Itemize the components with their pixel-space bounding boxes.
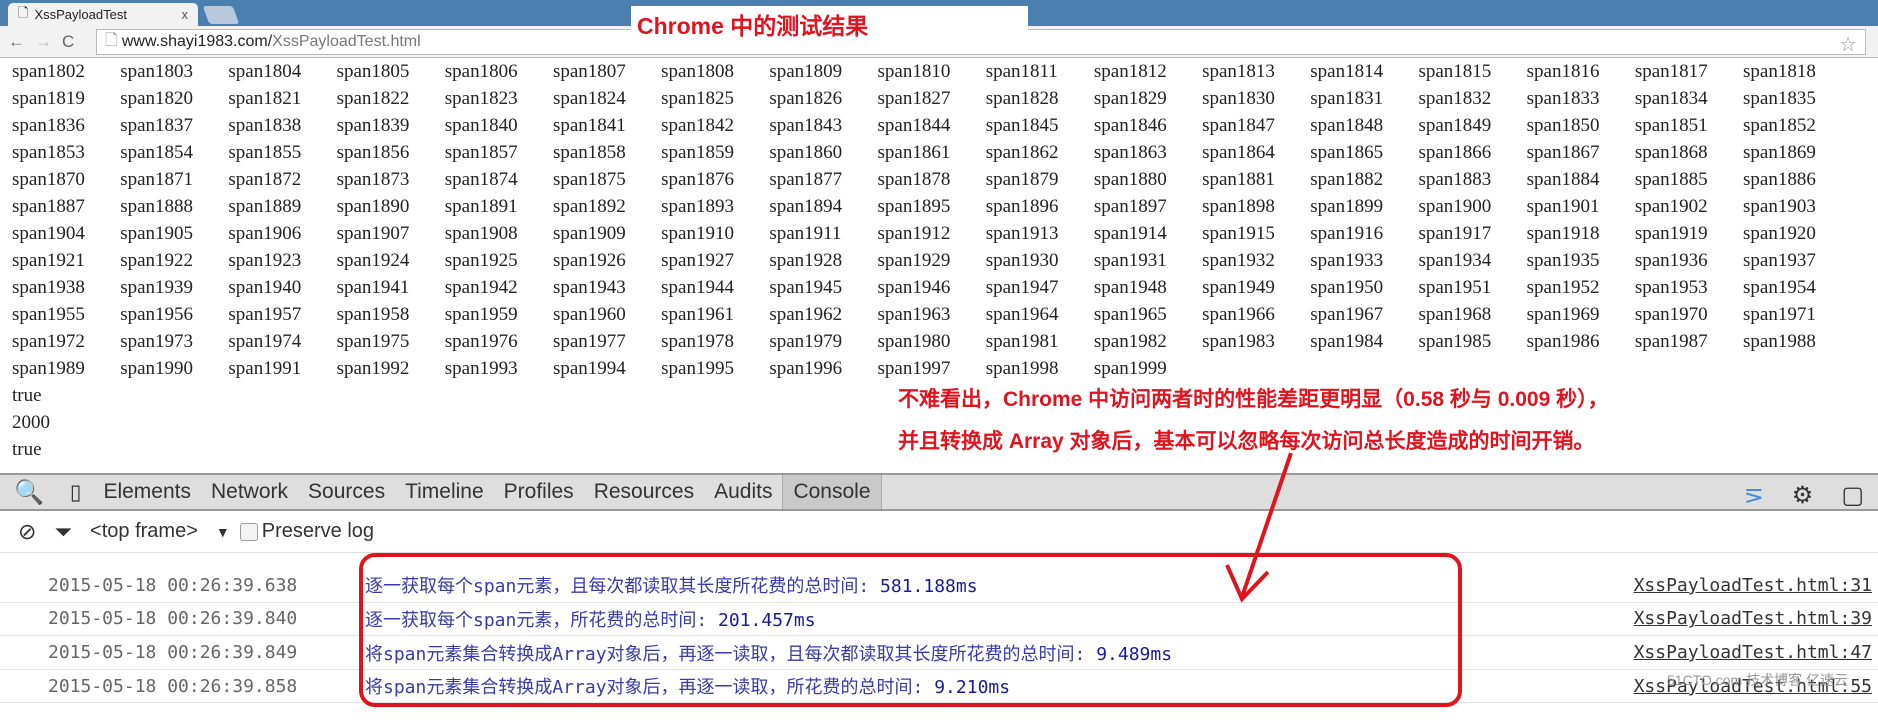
watermark: 51CTO.com 技术博客 亿速云 bbox=[1667, 672, 1848, 688]
annotation-arrow bbox=[1225, 452, 1293, 603]
